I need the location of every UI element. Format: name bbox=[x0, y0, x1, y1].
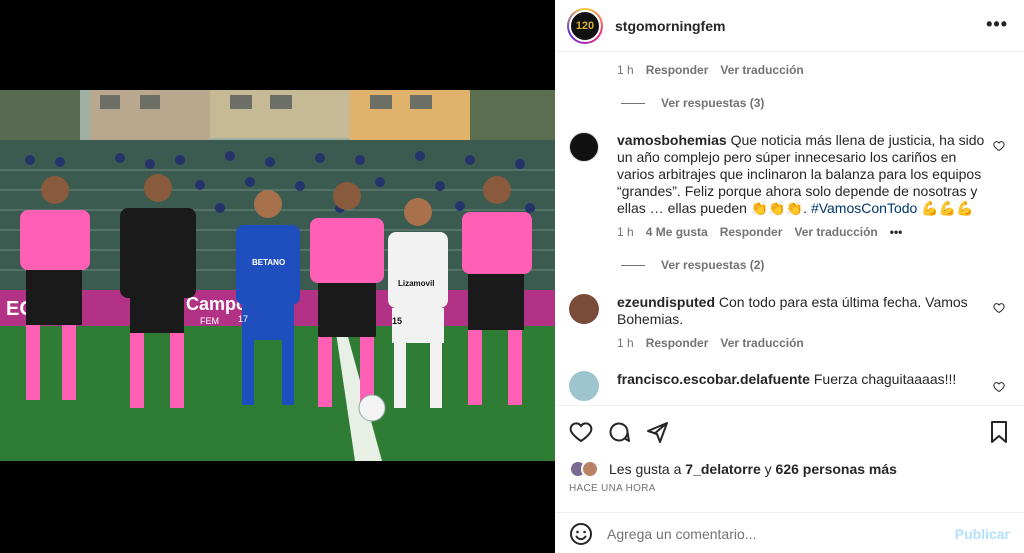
likes-user[interactable]: 7_delatorre bbox=[685, 461, 760, 477]
match-photo: EO Campo FEM BETANO 17 Lizamovil 15 bbox=[0, 90, 555, 461]
share-paper-plane-icon[interactable] bbox=[645, 420, 669, 444]
comment-item: francisco.escobar.delafuente Fuerza chag… bbox=[569, 371, 1009, 401]
comment-bubble-icon[interactable] bbox=[607, 420, 631, 444]
comment-item: ezeundisputed Con todo para esta última … bbox=[569, 294, 1009, 350]
comment-meta-top: 1 h Responder Ver traducción bbox=[617, 63, 804, 77]
shirt-sponsor-white: Lizamovil bbox=[398, 279, 434, 288]
view-replies-button[interactable]: Ver respuestas (2) bbox=[621, 258, 1009, 272]
author-avatar[interactable]: 120 bbox=[567, 7, 603, 44]
view-replies-label: Ver respuestas (2) bbox=[661, 258, 765, 272]
emoji-smiley-icon[interactable] bbox=[569, 522, 593, 546]
comment-meta: 1 h Responder Ver traducción bbox=[617, 336, 1009, 350]
comment-hashtag[interactable]: #VamosConTodo bbox=[811, 200, 917, 216]
translate-button[interactable]: Ver traducción bbox=[794, 225, 877, 239]
like-comment-heart-icon[interactable] bbox=[993, 381, 1005, 393]
commenter-username[interactable]: vamosbohemias bbox=[617, 132, 727, 148]
action-icons bbox=[569, 420, 669, 444]
view-replies-button[interactable]: Ver respuestas (3) bbox=[621, 96, 764, 110]
commenter-avatar[interactable] bbox=[569, 371, 599, 401]
comment-text: ezeundisputed Con todo para esta última … bbox=[617, 294, 989, 328]
like-comment-heart-icon[interactable] bbox=[993, 302, 1005, 314]
likes-connector: y bbox=[764, 461, 772, 477]
comment-body: Fuerza chaguitaaaas!!! bbox=[813, 371, 957, 387]
translate-button[interactable]: Ver traducción bbox=[720, 336, 803, 350]
comment-time: 1 h bbox=[617, 336, 634, 350]
comment-meta: 1 h 4 Me gusta Responder Ver traducción … bbox=[617, 225, 1009, 239]
replies-line bbox=[621, 264, 645, 266]
liker-avatar bbox=[581, 460, 599, 478]
like-heart-icon[interactable] bbox=[569, 420, 593, 444]
reply-button[interactable]: Responder bbox=[720, 225, 783, 239]
view-replies-label: Ver respuestas (3) bbox=[661, 96, 765, 110]
add-comment-bar: Agrega un comentario... Publicar bbox=[555, 512, 1024, 553]
post-media[interactable]: EO Campo FEM BETANO 17 Lizamovil 15 bbox=[0, 0, 555, 553]
comment-input[interactable]: Agrega un comentario... bbox=[607, 526, 756, 542]
comment-time: 1 h bbox=[617, 63, 634, 77]
likes-others[interactable]: 626 personas más bbox=[776, 461, 897, 477]
likes-prefix: Les gusta a bbox=[609, 461, 682, 477]
like-comment-heart-icon[interactable] bbox=[993, 140, 1005, 152]
comment-options-icon[interactable]: ••• bbox=[890, 225, 903, 239]
comment-text: francisco.escobar.delafuente Fuerza chag… bbox=[617, 371, 989, 388]
commenter-username[interactable]: ezeundisputed bbox=[617, 294, 715, 310]
reply-button[interactable]: Responder bbox=[646, 336, 709, 350]
comment-time: 1 h bbox=[617, 225, 634, 239]
shirt-number-white: 15 bbox=[392, 316, 402, 326]
publish-button[interactable]: Publicar bbox=[955, 526, 1010, 542]
author-username[interactable]: stgomorningfem bbox=[615, 18, 725, 34]
comments-list[interactable]: 1 h Responder Ver traducción Ver respues… bbox=[555, 53, 1024, 404]
comment-item: vamosbohemias Que noticia más llena de j… bbox=[569, 132, 1009, 272]
replies-line bbox=[621, 102, 645, 104]
liker-avatars bbox=[569, 460, 599, 478]
comment-likes[interactable]: 4 Me gusta bbox=[646, 225, 708, 239]
comment-text: vamosbohemias Que noticia más llena de j… bbox=[617, 132, 989, 217]
more-options-icon[interactable]: ••• bbox=[986, 14, 1008, 35]
translate-button[interactable]: Ver traducción bbox=[720, 63, 803, 77]
save-bookmark-icon[interactable] bbox=[988, 420, 1010, 444]
shirt-number-blue: 17 bbox=[238, 314, 248, 324]
author-avatar-logo: 120 bbox=[569, 9, 601, 42]
banner-text-fem: FEM bbox=[200, 316, 219, 326]
post-timestamp[interactable]: HACE UNA HORA bbox=[569, 483, 656, 494]
soccer-ball bbox=[358, 394, 386, 422]
post-actions: Les gusta a 7_delatorre y 626 personas m… bbox=[555, 405, 1024, 553]
commenter-username[interactable]: francisco.escobar.delafuente bbox=[617, 371, 810, 387]
shirt-sponsor-blue: BETANO bbox=[252, 258, 285, 267]
commenter-avatar[interactable] bbox=[569, 294, 599, 324]
reply-button[interactable]: Responder bbox=[646, 63, 709, 77]
likes-summary[interactable]: Les gusta a 7_delatorre y 626 personas m… bbox=[569, 460, 897, 478]
post-photo[interactable]: EO Campo FEM BETANO 17 Lizamovil 15 bbox=[0, 90, 555, 461]
comment-emoji: 💪💪💪 bbox=[921, 200, 974, 216]
commenter-avatar[interactable] bbox=[569, 132, 599, 162]
post-side-panel: 120 stgomorningfem ••• 1 h Responder Ver… bbox=[555, 0, 1024, 553]
post-header: 120 stgomorningfem ••• bbox=[555, 0, 1024, 52]
